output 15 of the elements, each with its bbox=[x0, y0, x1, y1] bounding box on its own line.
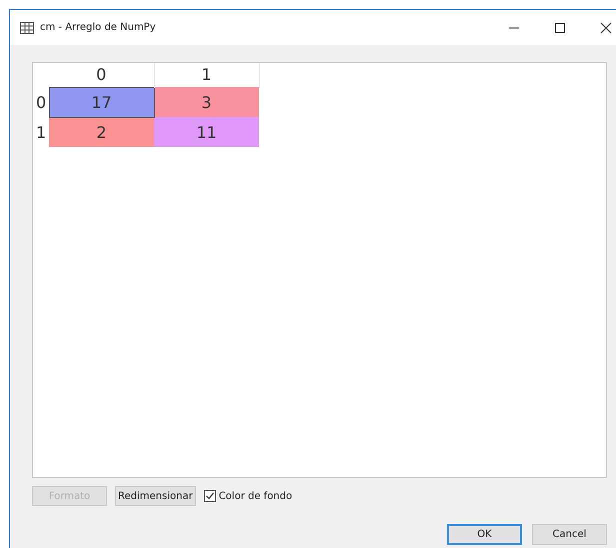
cancel-button[interactable]: Cancel bbox=[532, 524, 607, 545]
table-cell[interactable]: 11 bbox=[154, 117, 259, 147]
row-header[interactable]: 1 bbox=[33, 117, 49, 147]
checkbox-label[interactable]: Color de fondo bbox=[218, 490, 292, 502]
checkbox[interactable] bbox=[204, 490, 216, 502]
ok-button[interactable]: OK bbox=[447, 524, 522, 545]
table-cell[interactable]: 2 bbox=[49, 117, 154, 147]
table-cell[interactable]: 3 bbox=[154, 87, 259, 117]
table-icon bbox=[20, 22, 34, 34]
close-icon[interactable] bbox=[600, 22, 612, 34]
resize-button[interactable]: Redimensionar bbox=[115, 486, 196, 506]
maximize-icon[interactable] bbox=[554, 22, 566, 34]
window-title: cm - Arreglo de NumPy bbox=[40, 22, 156, 33]
row-header[interactable]: 0 bbox=[33, 87, 49, 117]
table-cell[interactable]: 17 bbox=[49, 87, 154, 117]
